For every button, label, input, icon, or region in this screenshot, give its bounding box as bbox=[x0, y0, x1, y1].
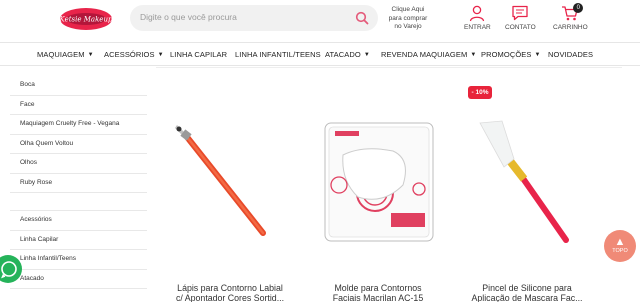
product-name-line: Faciais Macrilan AC-15 bbox=[332, 293, 424, 302]
varejo-link[interactable]: Clique Aqui para comprar no Varejo bbox=[382, 6, 434, 32]
search-input[interactable]: Digite o que você procura bbox=[140, 12, 237, 22]
product-image[interactable] bbox=[303, 85, 453, 275]
nav-item-revenda[interactable]: REVENDA MAQUIAGEM ▼ bbox=[381, 50, 476, 59]
entrar-button[interactable]: ENTRAR bbox=[464, 4, 491, 31]
sidebar-item-cruelty-free[interactable]: Maquiagem Cruelty Free - Vegana bbox=[10, 115, 147, 135]
sidebar-item-face[interactable]: Face bbox=[10, 96, 147, 115]
product-name-line: Molde para Contornos bbox=[334, 283, 422, 293]
product-name-line: Pincel de Silicone para bbox=[482, 283, 572, 293]
whatsapp-icon bbox=[1, 261, 17, 279]
nav-item-maquiagem[interactable]: MAQUIAGEM ▼ bbox=[37, 50, 94, 59]
sidebar-divider bbox=[10, 193, 147, 211]
sidebar-item-boca[interactable]: Boca bbox=[10, 76, 147, 96]
content-divider bbox=[156, 67, 622, 68]
product-name[interactable]: Lápis para Contorno Labial c/ Apontador … bbox=[155, 283, 305, 302]
product-name-line: Lápis para Contorno Labial bbox=[177, 283, 283, 293]
product-image[interactable] bbox=[155, 85, 305, 275]
product-card[interactable]: Lápis para Contorno Labial c/ Apontador … bbox=[155, 85, 305, 302]
chevron-down-icon: ▼ bbox=[87, 52, 94, 58]
user-icon bbox=[470, 5, 485, 22]
product-name-line: Aplicação de Mascara Fac... bbox=[471, 293, 583, 302]
chevron-down-icon: ▼ bbox=[363, 52, 370, 58]
product-image[interactable] bbox=[452, 85, 602, 275]
contato-button[interactable]: CONTATO bbox=[505, 4, 536, 31]
store-logo[interactable]: Ketsie Makeup bbox=[57, 6, 115, 32]
nav-item-linha-infantil[interactable]: LINHA INFANTIL/TEENS bbox=[235, 50, 321, 59]
contato-label: CONTATO bbox=[505, 24, 536, 31]
nav-item-novidades[interactable]: NOVIDADES bbox=[548, 50, 593, 59]
varejo-line: Clique Aqui bbox=[391, 6, 425, 13]
nav-label: LINHA CAPILAR bbox=[170, 50, 228, 59]
sidebar-item-olha-quem-voltou[interactable]: Olha Quem Voltou bbox=[10, 135, 147, 154]
logo-text: Ketsie Makeup bbox=[59, 16, 113, 24]
product-card[interactable]: Molde para Contornos Faciais Macrilan AC… bbox=[303, 85, 453, 302]
sidebar-item-atacado[interactable]: Atacado bbox=[10, 270, 147, 289]
varejo-line: para comprar bbox=[388, 14, 428, 22]
varejo-line: no Varejo bbox=[394, 23, 422, 30]
sidebar-item-acessorios[interactable]: Acessórios bbox=[10, 211, 147, 231]
carrinho-button[interactable]: 0 CARRINHO bbox=[553, 3, 588, 31]
product-name[interactable]: Molde para Contornos Faciais Macrilan AC… bbox=[303, 283, 453, 302]
nav-item-atacado[interactable]: ATACADO ▼ bbox=[325, 50, 370, 59]
site-header: Ketsie Makeup Digite o que você procura … bbox=[0, 0, 640, 42]
whatsapp-button[interactable] bbox=[0, 255, 22, 283]
sidebar-item-ruby-rose[interactable]: Ruby Rose bbox=[10, 174, 147, 193]
arrow-up-icon: ▲ bbox=[614, 236, 626, 248]
nav-label: ATACADO bbox=[325, 50, 361, 59]
chat-icon bbox=[512, 5, 528, 21]
nav-item-promocoes[interactable]: PROMOÇÕES ▼ bbox=[481, 50, 541, 59]
nav-label: NOVIDADES bbox=[548, 50, 594, 59]
main-nav: MAQUIAGEM ▼ ACESSÓRIOS ▼ LINHA CAPILAR LIN… bbox=[0, 42, 640, 66]
chevron-down-icon: ▼ bbox=[157, 52, 164, 58]
sidebar-item-linha-capilar[interactable]: Linha Capilar bbox=[10, 231, 147, 250]
chevron-down-icon: ▼ bbox=[534, 52, 541, 58]
product-name[interactable]: Pincel de Silicone para Aplicação de Mas… bbox=[452, 283, 602, 302]
search-bar[interactable]: Digite o que você procura bbox=[130, 5, 378, 31]
product-card[interactable]: Pincel de Silicone para Aplicação de Mas… bbox=[452, 85, 602, 302]
entrar-label: ENTRAR bbox=[464, 24, 491, 31]
chevron-down-icon: ▼ bbox=[470, 52, 477, 58]
nav-label: ACESSÓRIOS bbox=[104, 50, 155, 59]
nav-label: PROMOÇÕES bbox=[481, 50, 532, 59]
nav-label: MAQUIAGEM bbox=[37, 50, 85, 59]
discount-badge: - 10% bbox=[468, 86, 492, 99]
nav-item-acessorios[interactable]: ACESSÓRIOS ▼ bbox=[104, 50, 164, 59]
sidebar-item-linha-infantil[interactable]: Linha Infantil/Teens bbox=[10, 250, 147, 270]
nav-item-linha-capilar[interactable]: LINHA CAPILAR bbox=[170, 50, 227, 59]
topo-label: TOPO bbox=[612, 248, 628, 254]
cart-count-badge: 0 bbox=[573, 3, 584, 13]
search-icon[interactable] bbox=[354, 10, 370, 26]
sidebar-item-olhos[interactable]: Olhos bbox=[10, 154, 147, 174]
category-sidebar: Boca Face Maquiagem Cruelty Free - Vegan… bbox=[10, 76, 147, 289]
nav-label: REVENDA MAQUIAGEM bbox=[381, 50, 468, 59]
nav-label: LINHA INFANTIL/TEENS bbox=[235, 50, 321, 59]
product-name-line: c/ Apontador Cores Sortid... bbox=[175, 293, 285, 302]
back-to-top-button[interactable]: ▲ TOPO bbox=[604, 230, 636, 262]
carrinho-label: CARRINHO bbox=[553, 24, 588, 31]
